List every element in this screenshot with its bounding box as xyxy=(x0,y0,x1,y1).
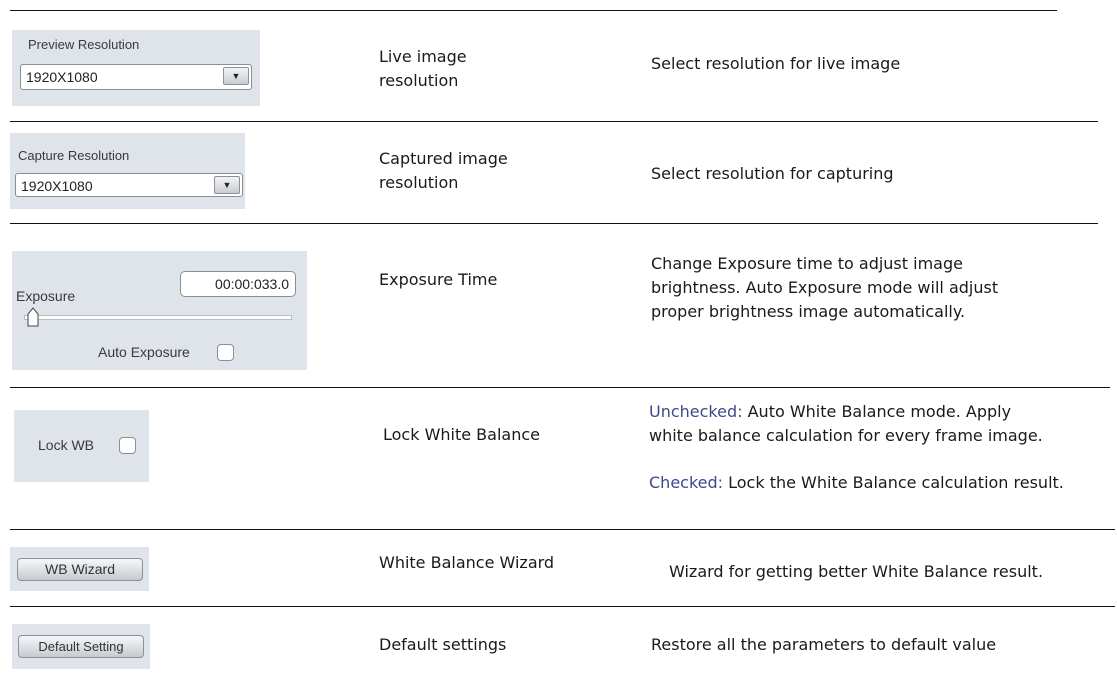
wb-wizard-panel: WB Wizard xyxy=(10,547,149,591)
feature-lock-white-balance: Lock White Balance xyxy=(383,425,540,444)
description-exposure: Change Exposure time to adjust image bri… xyxy=(651,254,999,321)
wb-wizard-button[interactable]: WB Wizard xyxy=(17,558,143,581)
feature-exposure-time: Exposure Time xyxy=(379,270,498,289)
lock-wb-panel: Lock WB xyxy=(14,410,149,482)
auto-exposure-label: Auto Exposure xyxy=(98,344,190,360)
preview-resolution-panel: Preview Resolution 1920X1080 ▼ xyxy=(12,30,260,106)
divider-top xyxy=(10,10,1057,11)
feature-default-settings: Default settings xyxy=(379,635,507,654)
capture-resolution-value: 1920X1080 xyxy=(21,178,93,194)
lock-wb-checkbox[interactable] xyxy=(119,437,136,454)
preview-resolution-value: 1920X1080 xyxy=(26,69,98,85)
divider-4 xyxy=(10,529,1115,530)
capture-resolution-caption: Capture Resolution xyxy=(18,148,130,163)
divider-3 xyxy=(10,387,1110,388)
preview-resolution-caption: Preview Resolution xyxy=(28,37,140,52)
description-lock-wb: Unchecked: Auto White Balance mode. Appl… xyxy=(649,402,1064,492)
default-setting-button[interactable]: Default Setting xyxy=(18,635,144,658)
feature-captured-image-resolution: Captured image resolution xyxy=(379,149,508,192)
checked-keyword: Checked: xyxy=(649,473,724,492)
description-default-settings: Restore all the parameters to default va… xyxy=(651,635,997,654)
description-wb-wizard: Wizard for getting better White Balance … xyxy=(669,562,1044,581)
preview-resolution-select[interactable]: 1920X1080 ▼ xyxy=(20,64,252,90)
unchecked-keyword: Unchecked: xyxy=(649,402,743,421)
feature-live-image-resolution: Live image resolution xyxy=(379,47,467,90)
capture-resolution-select[interactable]: 1920X1080 ▼ xyxy=(15,173,243,197)
exposure-panel: Exposure 00:00:033.0 Auto Exposure xyxy=(12,251,307,370)
auto-exposure-checkbox[interactable] xyxy=(217,344,234,361)
feature-white-balance-wizard: White Balance Wizard xyxy=(379,553,555,572)
dropdown-arrow-icon[interactable]: ▼ xyxy=(223,67,249,85)
exposure-time-input[interactable]: 00:00:033.0 xyxy=(180,271,296,297)
divider-2 xyxy=(10,223,1098,224)
description-captured-image: Select resolution for capturing xyxy=(651,164,894,183)
lock-wb-label: Lock WB xyxy=(38,437,95,453)
dropdown-arrow-icon[interactable]: ▼ xyxy=(214,176,240,194)
exposure-caption: Exposure xyxy=(16,288,76,304)
exposure-slider-thumb-icon[interactable] xyxy=(27,307,39,327)
capture-resolution-panel: Capture Resolution 1920X1080 ▼ xyxy=(10,133,245,209)
default-setting-panel: Default Setting xyxy=(12,624,150,669)
description-live-image: Select resolution for live image xyxy=(651,54,901,73)
exposure-slider-track[interactable] xyxy=(24,315,292,320)
divider-1 xyxy=(10,121,1098,122)
divider-5 xyxy=(10,606,1115,607)
